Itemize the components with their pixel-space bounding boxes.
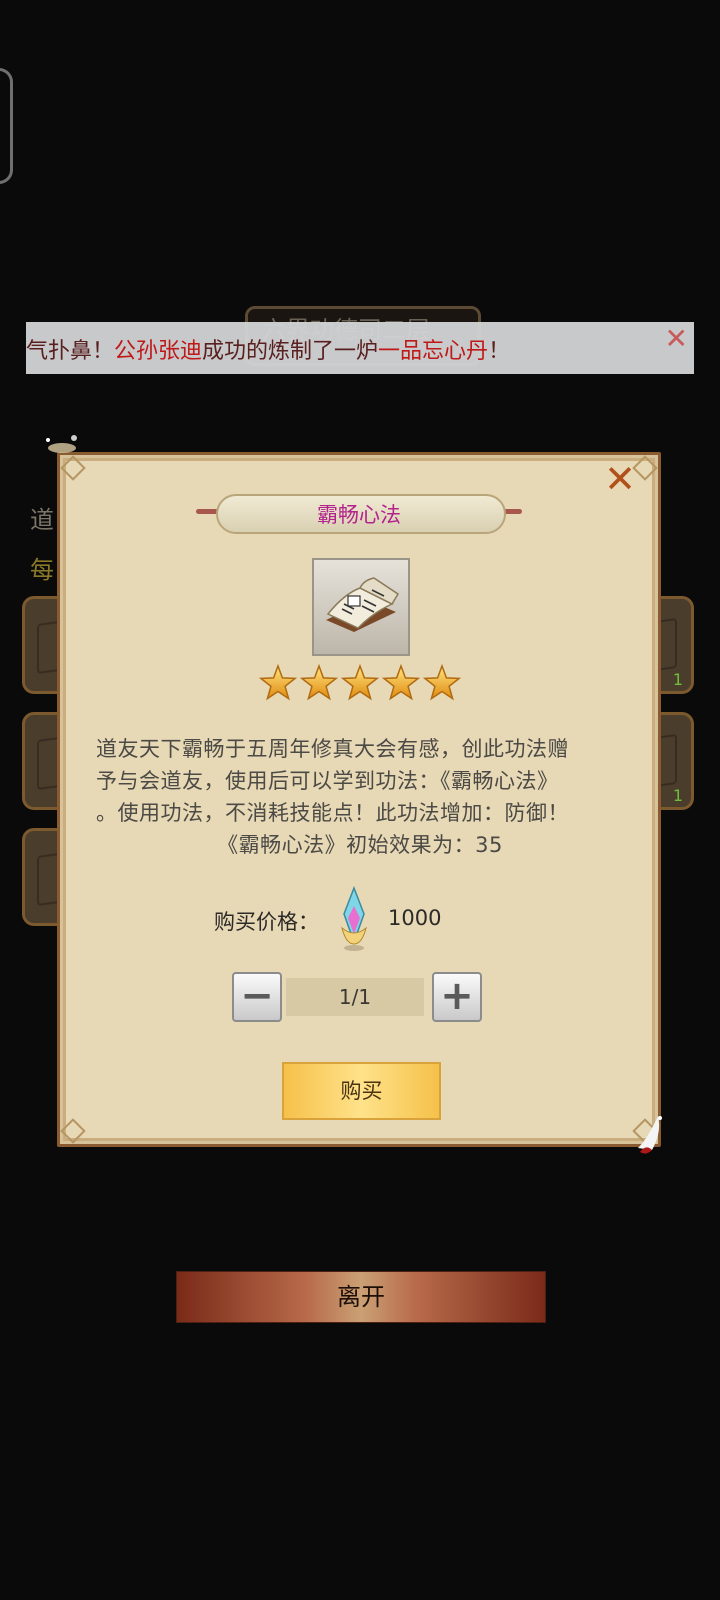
increase-quantity-button[interactable]: + bbox=[432, 972, 482, 1022]
star-icon bbox=[340, 664, 380, 701]
quantity-display: 1/1 bbox=[286, 978, 424, 1016]
buy-button[interactable]: 购买 bbox=[282, 1062, 441, 1120]
item-description: 道友天下霸畅于五周年修真大会有感，创此功法赠 予与会道友，使用后可以学到功法：《… bbox=[96, 733, 624, 861]
leave-button[interactable]: 离开 bbox=[176, 1271, 546, 1323]
broadcast-player-name: 公孙张迪 bbox=[114, 339, 203, 364]
item-quantity: 1 bbox=[672, 670, 683, 689]
broadcast-text: 气扑鼻！公孙张迪成功的炼制了一炉一品忘心丹！ bbox=[26, 333, 510, 365]
book-scroll-icon bbox=[326, 577, 400, 632]
star-icon bbox=[299, 664, 339, 701]
description-line: 《霸畅心法》初始效果为：35 bbox=[217, 833, 503, 857]
close-x-icon: ✕ bbox=[604, 457, 636, 501]
fairy-sprite-icon bbox=[638, 1116, 662, 1154]
side-frame-decoration bbox=[0, 68, 13, 184]
decrease-quantity-button[interactable]: − bbox=[232, 972, 282, 1022]
star-icon bbox=[422, 664, 462, 701]
background-label-a: 道 bbox=[30, 506, 54, 534]
star-icon bbox=[258, 664, 298, 701]
item-title: 霸畅心法 bbox=[317, 503, 401, 527]
description-line: 予与会道友，使用后可以学到功法：《霸畅心法》 bbox=[96, 769, 559, 793]
item-icon-frame bbox=[312, 558, 410, 656]
broadcast-text-part: 气扑鼻！ bbox=[26, 339, 115, 364]
broadcast-marquee: 气扑鼻！公孙张迪成功的炼制了一炉一品忘心丹！ ✕ bbox=[26, 322, 694, 374]
crystal-gem-icon bbox=[341, 886, 367, 951]
price-label: 购买价格： bbox=[214, 910, 319, 934]
close-x-icon[interactable]: ✕ bbox=[665, 322, 688, 355]
star-rating bbox=[258, 664, 462, 701]
background-label-b: 每 bbox=[30, 556, 54, 584]
broadcast-item-name: 一品忘心丹 bbox=[378, 339, 489, 364]
close-dialog-button[interactable]: ✕ bbox=[602, 460, 638, 498]
fairy-sprite-icon bbox=[46, 435, 77, 453]
description-line: 。使用功法，不消耗技能点！此功法增加：防御！ bbox=[96, 801, 569, 825]
description-line: 道友天下霸畅于五周年修真大会有感，创此功法赠 bbox=[96, 737, 569, 761]
broadcast-text-part: 成功的炼制了一炉 bbox=[202, 339, 379, 364]
dialog-title-banner: 霸畅心法 bbox=[196, 492, 522, 534]
broadcast-text-part: ！ bbox=[488, 339, 511, 364]
item-quantity: 1 bbox=[672, 786, 683, 805]
star-icon bbox=[381, 664, 421, 701]
price-value: 1000 bbox=[388, 906, 442, 930]
